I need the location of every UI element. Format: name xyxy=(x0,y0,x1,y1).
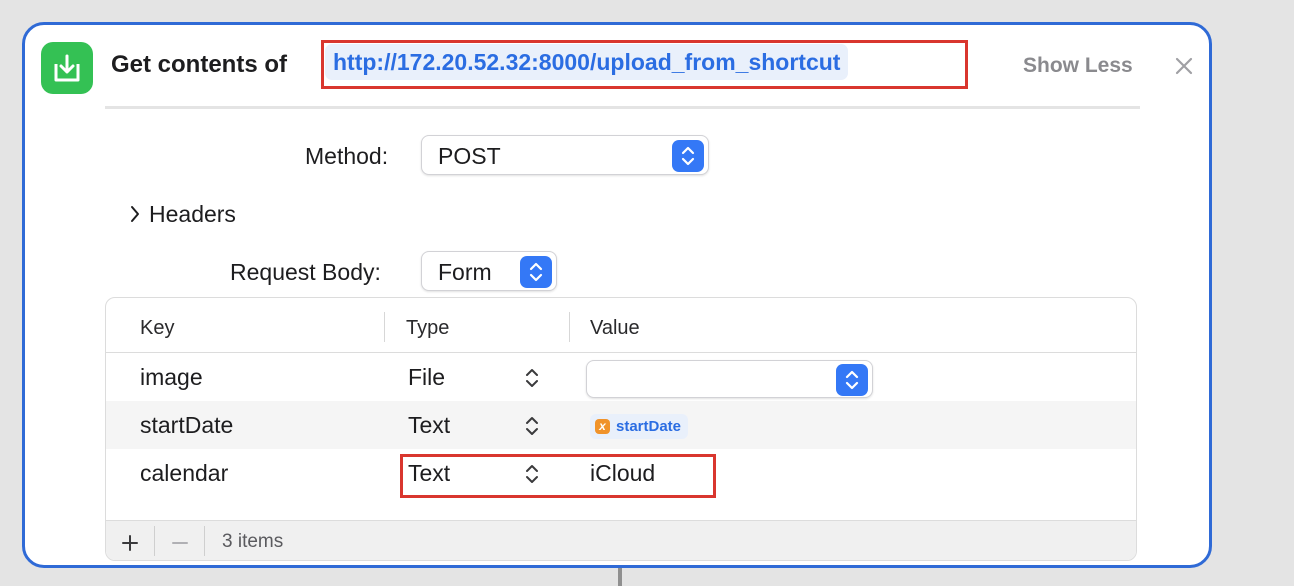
chevron-right-icon xyxy=(129,204,141,229)
up-down-chevron-icon xyxy=(836,364,868,396)
row-type[interactable]: File xyxy=(408,364,445,391)
variable-icon: x xyxy=(595,419,610,434)
row-key[interactable]: startDate xyxy=(140,412,233,439)
footer-divider xyxy=(154,526,155,556)
get-contents-action-card: Get contents of http://172.20.52.32:8000… xyxy=(22,22,1212,568)
up-down-chevron-icon xyxy=(672,140,704,172)
up-down-chevron-icon[interactable] xyxy=(524,366,540,395)
add-row-button[interactable] xyxy=(117,530,143,556)
up-down-chevron-icon xyxy=(520,256,552,288)
request-body-label: Request Body: xyxy=(230,259,381,285)
method-label: Method: xyxy=(305,143,389,169)
method-select[interactable]: POST xyxy=(421,135,709,175)
column-header-type: Type xyxy=(406,317,450,339)
table-footer: 3 items xyxy=(106,520,1136,560)
method-value: POST xyxy=(438,143,501,169)
header-divider xyxy=(105,106,1140,109)
column-divider xyxy=(384,312,385,342)
column-header-value: Value xyxy=(590,317,640,339)
row-type[interactable]: Text xyxy=(408,412,450,439)
remove-row-button[interactable] xyxy=(167,530,193,556)
table-row: startDate Text x startDate xyxy=(106,401,1136,449)
up-down-chevron-icon[interactable] xyxy=(524,414,540,443)
calendar-type-highlight-box xyxy=(400,454,716,498)
show-less-button[interactable]: Show Less xyxy=(1023,54,1133,78)
file-value-select[interactable] xyxy=(586,360,873,398)
row-value: startDate xyxy=(616,418,682,435)
close-icon[interactable] xyxy=(1173,55,1195,77)
row-key[interactable]: image xyxy=(140,364,203,391)
form-fields-table: Key Type Value image File startDate Text xyxy=(105,297,1137,561)
request-body-select[interactable]: Form xyxy=(421,251,557,291)
action-title: Get contents of xyxy=(111,51,288,78)
footer-divider xyxy=(204,526,205,556)
headers-label: Headers xyxy=(149,201,236,227)
flow-connector xyxy=(618,568,622,586)
table-row: image File xyxy=(106,353,1136,401)
item-count: 3 items xyxy=(222,531,284,552)
column-header-key: Key xyxy=(140,317,175,339)
startdate-variable-token[interactable]: x startDate xyxy=(590,414,689,439)
url-highlight-box xyxy=(321,40,968,89)
request-body-value: Form xyxy=(438,259,492,285)
download-tray-icon xyxy=(41,42,93,94)
column-divider xyxy=(569,312,570,342)
row-key[interactable]: calendar xyxy=(140,460,228,487)
